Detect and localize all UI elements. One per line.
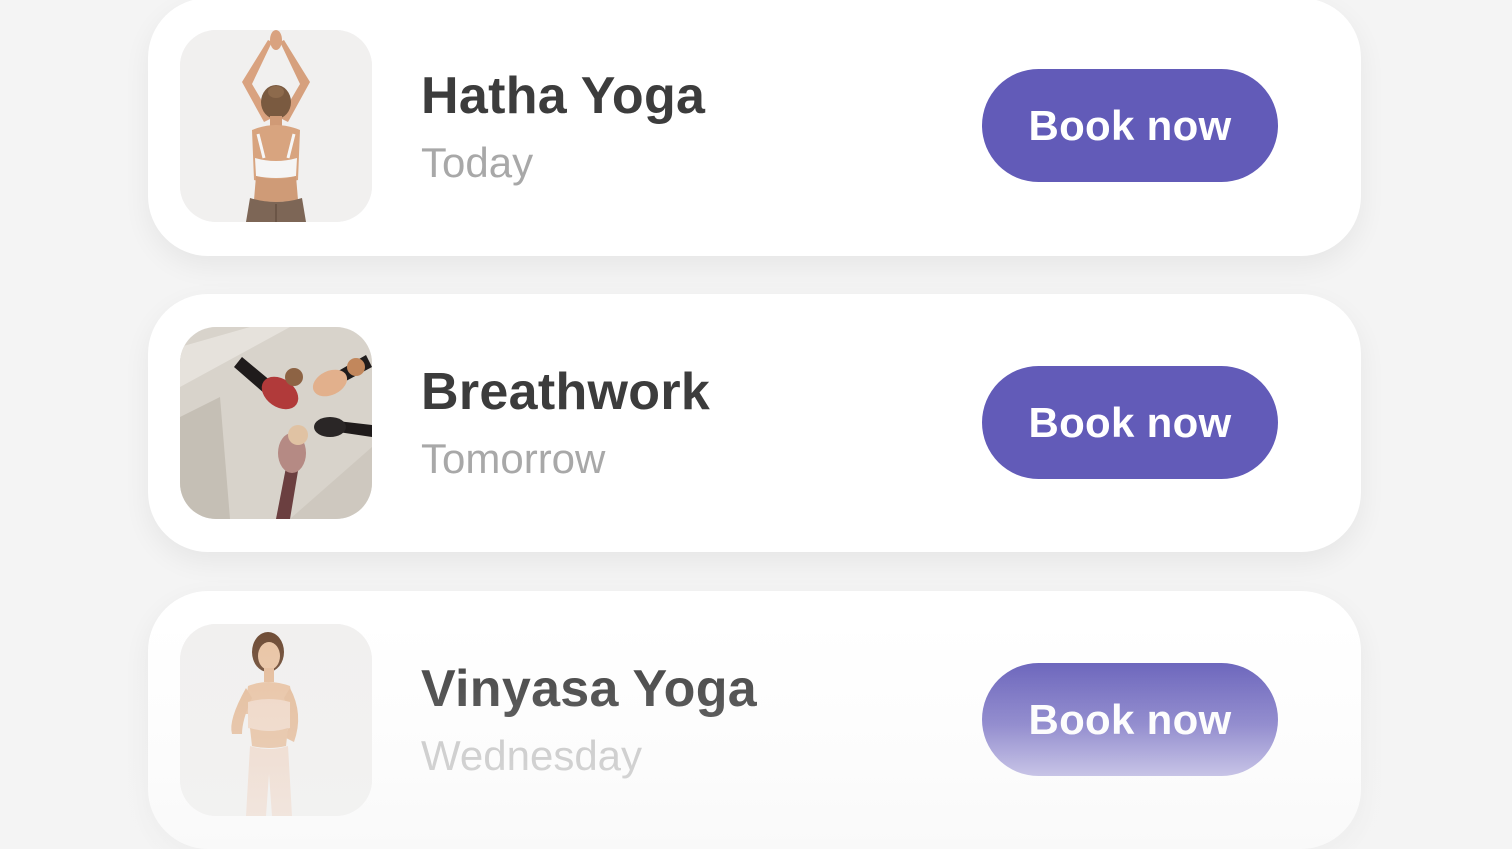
- class-day: Tomorrow: [421, 435, 606, 482]
- book-now-button-breathwork[interactable]: Book now: [982, 366, 1278, 479]
- class-thumbnail-vinyasa-yoga: [180, 624, 372, 816]
- class-day: Today: [421, 139, 534, 186]
- woman-standing-activewear-image: [180, 624, 372, 816]
- class-card-hatha-yoga: Hatha Yoga Today Book now: [148, 0, 1361, 256]
- woman-back-raised-arms-image: [180, 30, 372, 222]
- book-now-button-vinyasa-yoga[interactable]: Book now: [982, 663, 1278, 776]
- class-card-vinyasa-yoga: Vinyasa Yoga Wednesday Book now: [148, 591, 1361, 849]
- class-thumbnail-hatha-yoga: [180, 30, 372, 222]
- class-title: Hatha Yoga: [421, 67, 706, 125]
- class-day: Wednesday: [421, 732, 643, 779]
- class-title: Breathwork: [421, 363, 711, 421]
- class-thumbnail-breathwork: [180, 327, 372, 519]
- class-title: Vinyasa Yoga: [421, 660, 758, 718]
- class-card-breathwork: Breathwork Tomorrow Book now: [148, 294, 1361, 552]
- group-breathwork-floor-image: [180, 327, 372, 519]
- book-now-button-hatha-yoga[interactable]: Book now: [982, 69, 1278, 182]
